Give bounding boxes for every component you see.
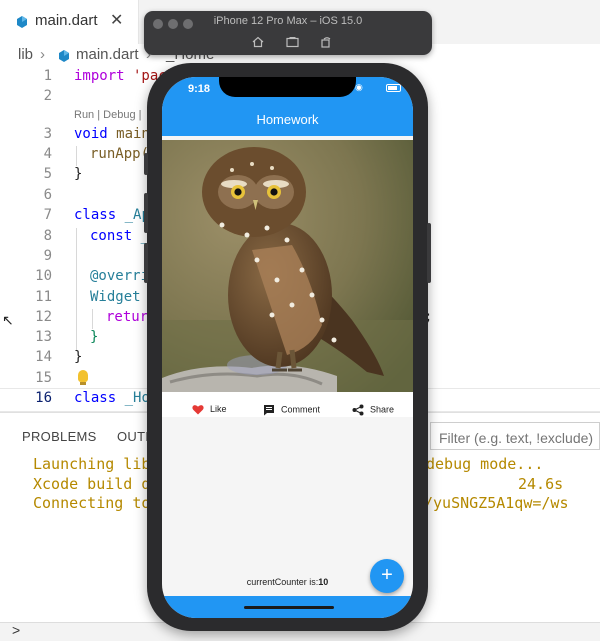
simulator-window-titlebar[interactable]: iPhone 12 Pro Max – iOS 15.0 — [144, 11, 432, 55]
line-number: 11 — [35, 289, 52, 305]
output-line: debug mode... — [426, 455, 544, 473]
comment-icon — [264, 405, 274, 416]
output-line: /yuSNGZ5A1qw=/ws — [424, 494, 569, 512]
line-number: 13 — [35, 329, 52, 345]
output-filter[interactable] — [430, 422, 600, 450]
rotate-icon[interactable] — [320, 36, 332, 48]
code-line: void main — [74, 126, 150, 142]
phone-notch — [219, 77, 356, 97]
app-screen: 9:18 ◉ Homework DEBUG Like Comment Share… — [162, 77, 413, 618]
code-line: } — [90, 329, 99, 345]
simulator-title: iPhone 12 Pro Max – iOS 15.0 — [213, 15, 363, 27]
bottom-bar — [162, 596, 413, 618]
app-title: Homework — [256, 112, 319, 127]
line-number: 8 — [43, 228, 52, 244]
code-line: Widget — [90, 289, 141, 305]
heart-icon — [192, 405, 204, 415]
indent-guide — [76, 228, 77, 350]
line-number: 12 — [35, 309, 52, 325]
tab-main-dart[interactable]: main.dart ✕ — [0, 0, 139, 44]
volume-up-button[interactable] — [144, 193, 148, 233]
line-number: 10 — [35, 268, 52, 284]
dart-icon — [17, 16, 27, 28]
codelens-run-debug[interactable]: Run | Debug | — [74, 109, 141, 121]
lightbulb-icon[interactable] — [78, 370, 88, 382]
line-number: 7 — [43, 207, 52, 223]
line-number: 16 — [35, 390, 52, 406]
like-label: Like — [210, 404, 227, 414]
code-line: runApp( — [90, 146, 150, 162]
home-icon[interactable] — [252, 36, 264, 48]
code-line: class _Hon — [74, 390, 159, 406]
code-line: } — [74, 349, 83, 365]
like-button[interactable]: Like — [192, 404, 227, 415]
breadcrumb-lib[interactable]: lib — [18, 46, 33, 63]
volume-down-button[interactable] — [144, 243, 148, 283]
wifi-icon: ◉ — [355, 82, 363, 92]
home-indicator — [244, 606, 334, 609]
screenshot-icon[interactable] — [286, 36, 299, 48]
battery-icon — [386, 84, 401, 92]
counter-value: 10 — [318, 577, 329, 587]
line-number: 9 — [43, 248, 52, 264]
dart-icon — [59, 50, 69, 62]
post-card: Like Comment Share — [162, 140, 413, 417]
line-number: 6 — [43, 187, 52, 203]
breadcrumb-file[interactable]: main.dart — [76, 46, 139, 63]
share-icon — [352, 404, 364, 416]
code-line: } — [74, 166, 83, 182]
chevron-right-icon[interactable]: > — [12, 622, 20, 638]
filter-input[interactable] — [437, 429, 600, 447]
line-number: 4 — [43, 146, 52, 162]
tab-problems[interactable]: PROBLEMS — [22, 429, 97, 444]
code-line: retur — [106, 309, 149, 325]
indent-guide — [76, 146, 77, 166]
share-label: Share — [370, 404, 395, 415]
owl-photo — [162, 140, 413, 392]
line-number: 2 — [43, 88, 52, 104]
line-number: 3 — [43, 126, 52, 142]
lightbulb-base — [80, 382, 86, 385]
status-time: 9:18 — [188, 83, 211, 95]
line-number: 1 — [43, 68, 52, 84]
breadcrumb-separator: › — [40, 46, 45, 63]
code-line: const _ — [90, 228, 150, 244]
silent-switch — [144, 153, 148, 175]
share-button[interactable]: Share — [352, 404, 394, 416]
indent-guide — [92, 309, 93, 329]
code-line: class _Ap — [74, 207, 150, 223]
comment-button[interactable]: Comment — [263, 404, 320, 416]
close-icon[interactable]: ✕ — [110, 10, 123, 30]
tab-label: main.dart — [35, 12, 98, 29]
counter-label: currentCounter is: — [246, 577, 319, 587]
line-number: 15 — [35, 370, 52, 386]
output-line: 24.6s — [518, 475, 564, 493]
line-number: 14 — [35, 349, 52, 365]
side-button[interactable] — [427, 223, 431, 283]
comment-label: Comment — [281, 404, 321, 415]
line-number: 5 — [43, 166, 52, 182]
increment-fab-button[interactable]: + — [370, 559, 404, 593]
code-line: @overri — [90, 268, 150, 284]
